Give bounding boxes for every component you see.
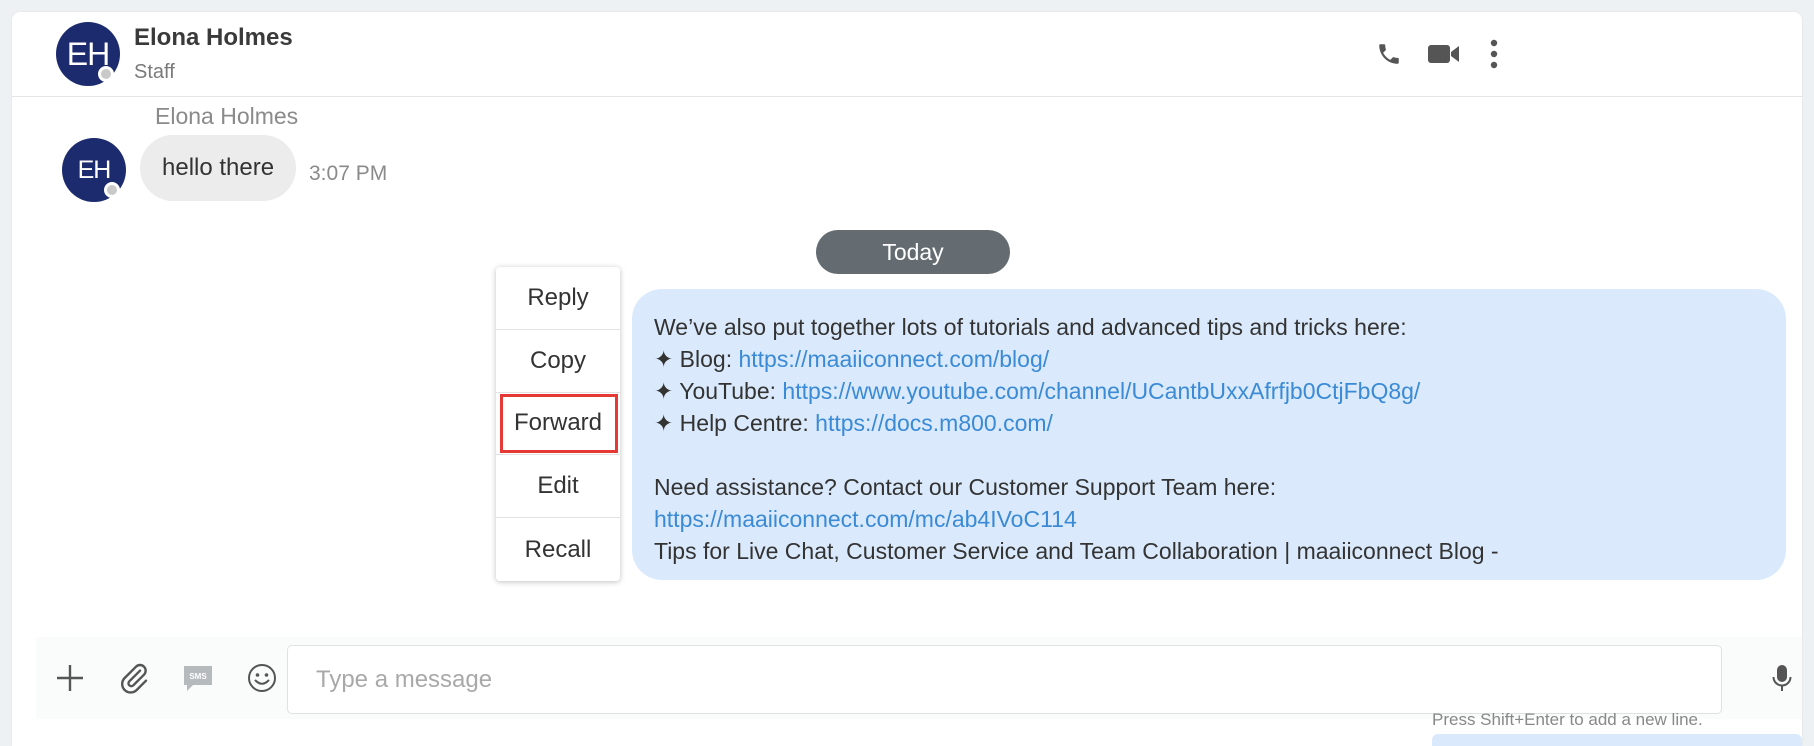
- composer-hint: Press Shift+Enter to add a new line.: [1432, 710, 1703, 729]
- paperclip-icon: [121, 663, 148, 694]
- microphone-icon: [1772, 665, 1792, 691]
- sms-icon: SMS: [184, 666, 212, 691]
- sms-label: SMS: [189, 672, 207, 681]
- avatar-initials: EH: [77, 155, 112, 184]
- contact-role: Staff: [134, 61, 175, 83]
- video-call-button[interactable]: [1424, 34, 1464, 74]
- message-line: ✦ Help Centre: https://docs.m800.com/: [654, 407, 1764, 439]
- outgoing-message-bubble[interactable]: We’ve also put together lots of tutorial…: [632, 289, 1786, 580]
- next-message-bubble-edge: [1432, 734, 1802, 746]
- menu-item-edit[interactable]: Edit: [496, 455, 620, 519]
- emoji-button[interactable]: [241, 657, 283, 699]
- message-context-menu: Reply Copy Forward Edit Recall: [496, 267, 620, 581]
- message-timestamp: 3:07 PM: [309, 162, 388, 185]
- more-vertical-icon: [1490, 39, 1498, 69]
- incoming-message-bubble[interactable]: hello there: [140, 135, 297, 201]
- message-line: Need assistance? Contact our Customer Su…: [654, 474, 1277, 500]
- help-centre-prefix: ✦ Help Centre:: [654, 410, 816, 436]
- sms-button[interactable]: SMS: [177, 657, 219, 699]
- add-button[interactable]: [49, 657, 91, 699]
- phone-icon: [1379, 44, 1399, 64]
- emoji-icon: [248, 664, 276, 692]
- message-composer: SMS: [36, 637, 1802, 719]
- message-line: We’ve also put together lots of tutorial…: [654, 314, 1407, 340]
- presence-dot: [104, 182, 120, 198]
- message-line: ✦ Blog: https://maaiiconnect.com/blog/: [654, 343, 1764, 375]
- support-link[interactable]: https://maaiiconnect.com/mc/ab4IVoC114: [654, 506, 1077, 532]
- presence-dot: [98, 66, 114, 82]
- call-button[interactable]: [1369, 34, 1409, 74]
- video-camera-icon: [1428, 45, 1459, 63]
- more-options-button[interactable]: [1474, 34, 1514, 74]
- message-sender-name: Elona Holmes: [155, 103, 299, 129]
- blog-prefix: ✦ Blog:: [654, 346, 739, 372]
- message-text: hello there: [162, 154, 275, 181]
- youtube-link[interactable]: https://www.youtube.com/channel/UCantbUx…: [782, 378, 1420, 404]
- message-line: Tips for Live Chat, Customer Service and…: [654, 538, 1499, 564]
- chat-panel: EH Elona Holmes Staff Elona Holmes EH he…: [12, 12, 1802, 746]
- day-separator: Today: [816, 230, 1010, 274]
- youtube-prefix: ✦ YouTube:: [654, 378, 783, 404]
- message-line: https://maaiiconnect.com/mc/ab4IVoC114: [654, 503, 1764, 535]
- menu-item-reply[interactable]: Reply: [496, 267, 620, 330]
- day-separator-label: Today: [882, 238, 944, 265]
- menu-item-copy[interactable]: Copy: [496, 330, 620, 393]
- contact-name[interactable]: Elona Holmes: [134, 24, 293, 52]
- attach-button[interactable]: [113, 657, 155, 699]
- menu-item-recall[interactable]: Recall: [496, 518, 620, 581]
- plus-icon: [57, 665, 83, 691]
- help-centre-link[interactable]: https://docs.m800.com/: [815, 410, 1053, 436]
- message-input[interactable]: [287, 645, 1722, 714]
- chat-header: EH Elona Holmes Staff: [12, 12, 1802, 97]
- voice-button[interactable]: [1761, 657, 1802, 699]
- blog-link[interactable]: https://maaiiconnect.com/blog/: [738, 346, 1049, 372]
- menu-item-forward[interactable]: Forward: [496, 393, 620, 456]
- message-line: ✦ YouTube: https://www.youtube.com/chann…: [654, 375, 1764, 407]
